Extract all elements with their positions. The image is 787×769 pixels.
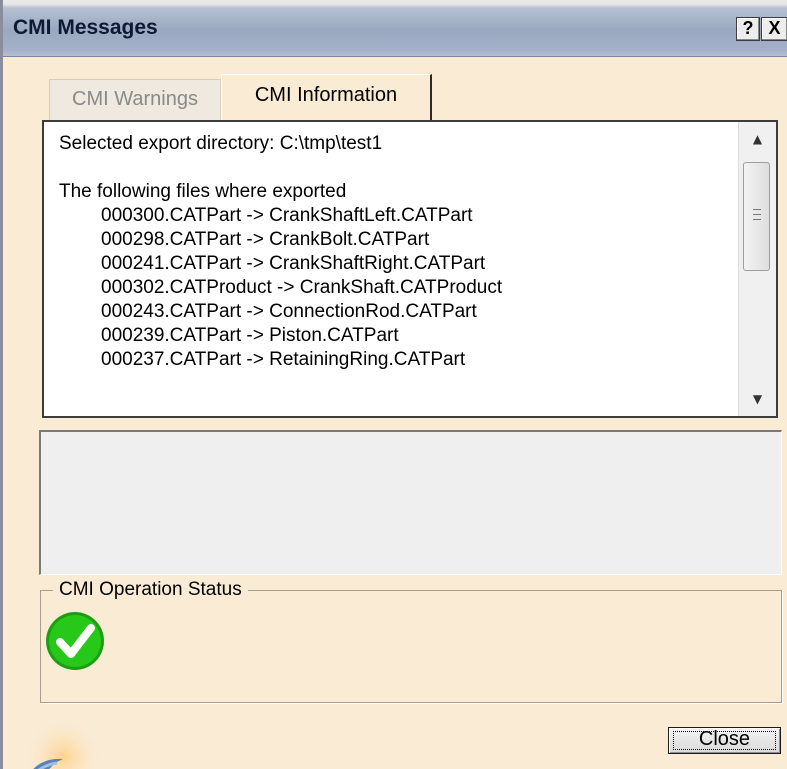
cmi-messages-dialog: CMI Messages ? X CMI Warnings CMI Inform… bbox=[0, 0, 787, 769]
catia-logo-icon bbox=[23, 717, 103, 769]
success-check-icon bbox=[46, 612, 104, 670]
close-button[interactable]: Close bbox=[668, 727, 781, 754]
dialog-body: CMI Warnings CMI Information Selected ex… bbox=[3, 57, 787, 769]
tab-cmi-information[interactable]: CMI Information bbox=[221, 74, 432, 121]
info-line: 000302.CATProduct -> CrankShaft.CATProdu… bbox=[101, 277, 503, 298]
title-bar[interactable]: CMI Messages ? X bbox=[3, 0, 787, 57]
info-line: 000298.CATPart -> CrankBolt.CATPart bbox=[101, 229, 430, 250]
window-title: CMI Messages bbox=[13, 16, 158, 39]
info-line: The following files where exported bbox=[59, 181, 347, 202]
info-line: 000239.CATPart -> Piston.CATPart bbox=[101, 325, 399, 346]
tab-cmi-warnings[interactable]: CMI Warnings bbox=[49, 79, 221, 121]
help-button[interactable]: ? bbox=[736, 17, 760, 41]
scroll-thumb[interactable] bbox=[743, 162, 770, 271]
grip-icon bbox=[753, 209, 761, 220]
info-line: 000241.CATPart -> CrankShaftRight.CATPar… bbox=[101, 253, 486, 274]
operation-status-group: CMI Operation Status bbox=[40, 579, 782, 703]
status-group-label: CMI Operation Status bbox=[53, 579, 248, 601]
info-line: 000237.CATPart -> RetainingRing.CATPart bbox=[101, 349, 466, 370]
info-message-text[interactable]: Selected export directory: C:\tmp\test1 … bbox=[44, 122, 737, 416]
info-line bbox=[59, 156, 737, 180]
info-line: 000243.CATPart -> ConnectionRod.CATPart bbox=[101, 301, 477, 322]
scroll-up-icon[interactable]: ▲ bbox=[739, 124, 776, 154]
window-close-button[interactable]: X bbox=[761, 17, 787, 41]
scroll-down-icon[interactable]: ▼ bbox=[739, 384, 776, 414]
close-button-label: Close bbox=[698, 728, 751, 750]
info-line: Selected export directory: C:\tmp\test1 bbox=[59, 133, 383, 154]
info-line: 000300.CATPart -> CrankShaftLeft.CATPart bbox=[101, 205, 473, 226]
details-panel bbox=[39, 430, 782, 575]
info-message-panel: Selected export directory: C:\tmp\test1 … bbox=[42, 120, 778, 418]
vertical-scrollbar[interactable]: ▲ ▼ bbox=[738, 122, 776, 416]
